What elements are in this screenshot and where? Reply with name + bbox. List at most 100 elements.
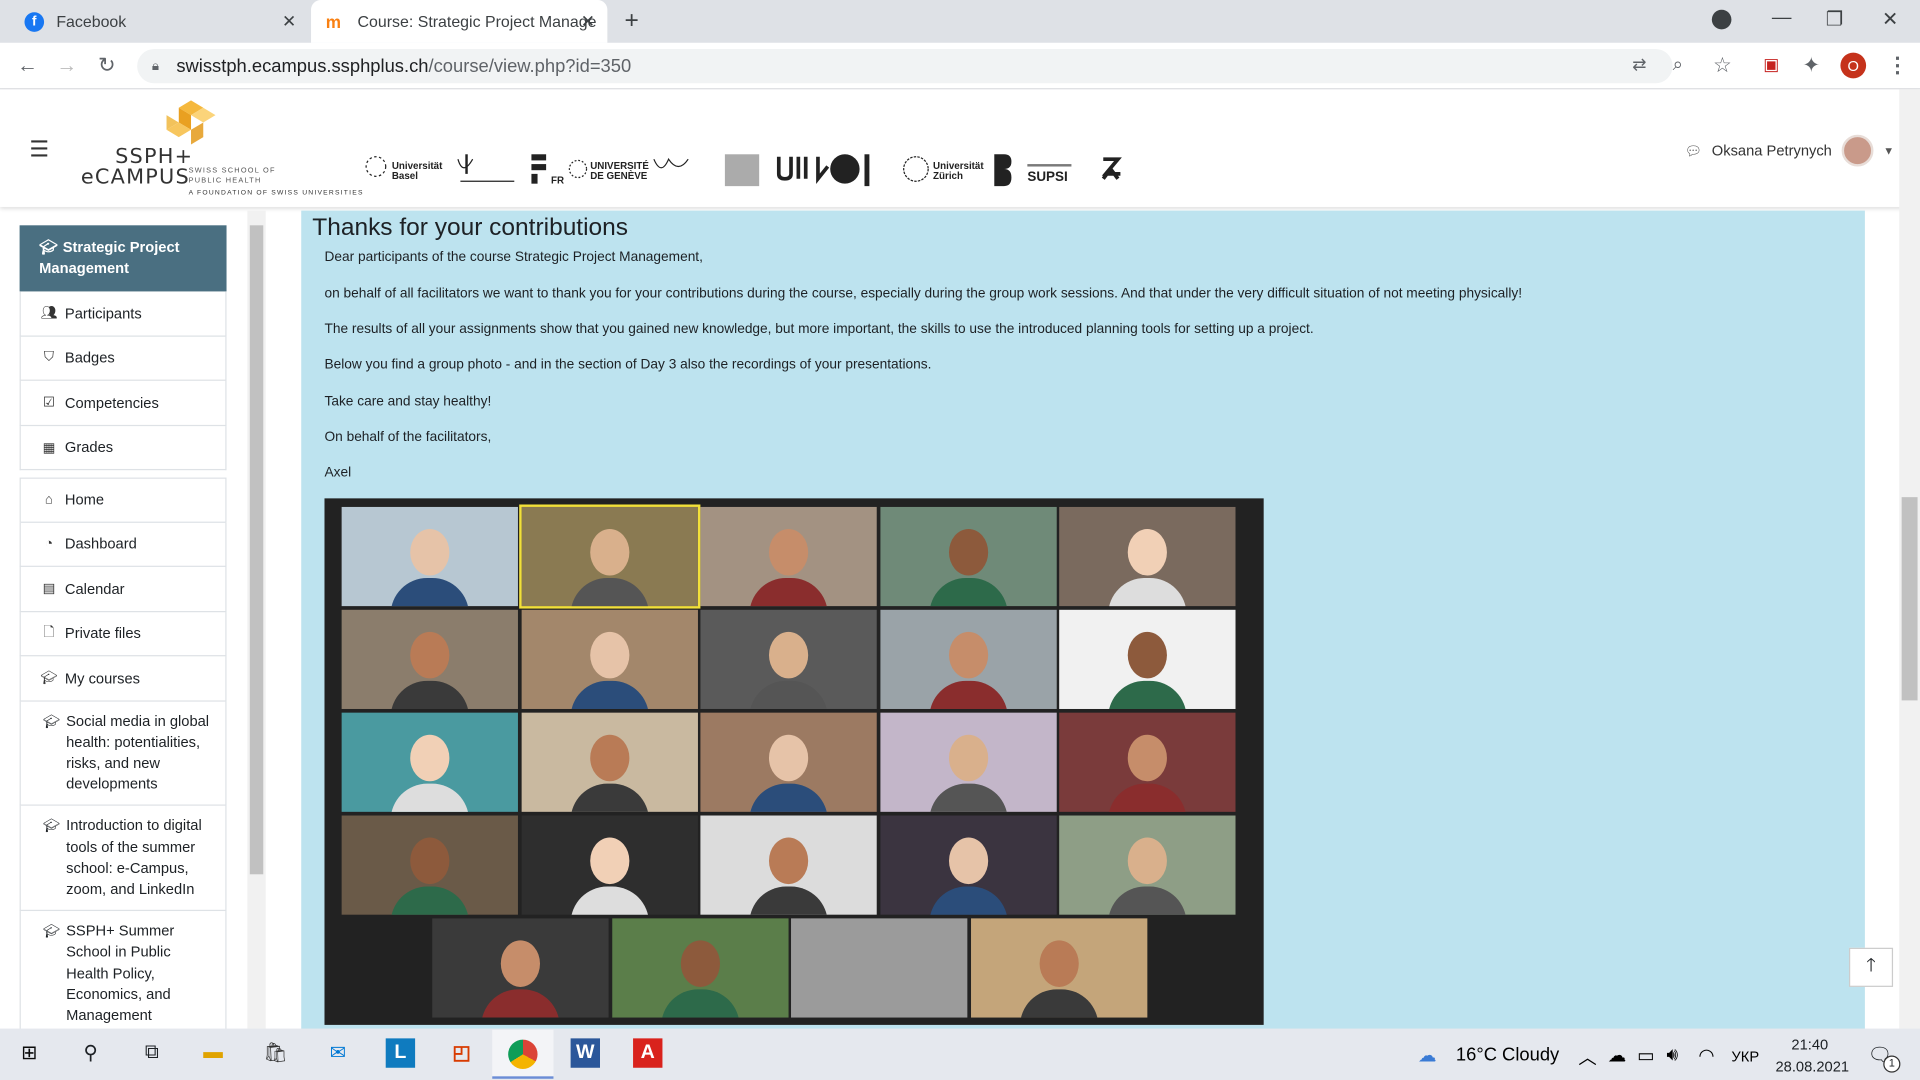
task-view-icon[interactable]: ⧉ [137,1038,166,1067]
onedrive-icon[interactable]: ☁ [1608,1044,1626,1067]
input-language[interactable]: УКР [1731,1048,1759,1065]
participant-body [570,886,649,915]
pocket-icon[interactable]: ▣ [1763,54,1779,75]
participant-body [390,680,469,709]
sidebar-item-home[interactable]: ⌂ Home [19,477,227,523]
sidebar-course-link[interactable]: 🎓︎ Introduction to digital tools of the s… [19,806,227,912]
mail-icon[interactable]: ✉ [323,1038,352,1067]
window-close-icon[interactable]: ✕ [1882,7,1898,31]
zoom-icon[interactable]: ⌕ [1673,54,1683,75]
svg-text:DE GENÈVE: DE GENÈVE [590,171,648,182]
store-icon[interactable]: 🛍︎ [261,1038,290,1067]
volume-icon[interactable]: 🔊︎ [1667,1044,1679,1065]
course-link-label: SSPH+ Summer School in Public Health Pol… [66,922,175,1024]
sidebar-item-label: Private files [64,624,141,642]
paragraph: Axel [324,465,352,481]
participant-face [948,734,988,782]
participant-body [749,783,828,812]
word-icon[interactable]: W [570,1038,601,1068]
participant-face [410,734,450,782]
participant-face [948,837,988,885]
url-host: swisstph.ecampus.ssphplus.ch [176,55,429,77]
wifi-icon[interactable]: ◠ [1698,1044,1714,1067]
file-explorer-icon[interactable]: ▬ [198,1038,227,1067]
minimize-icon[interactable]: — [1772,7,1792,29]
participant-face [410,631,450,679]
participant-face [768,734,809,782]
sidebar-item-dashboard[interactable]: ◔ Dashboard [19,522,227,567]
sidebar-course-link[interactable]: 🎓︎ SSPH+ Summer School in Public Health P… [19,911,227,1038]
course-link-label: Introduction to digital tools of the sum… [66,817,202,898]
participant-body [1019,989,1098,1018]
participant-body [749,886,828,915]
forward-icon[interactable]: → [56,54,77,78]
participant-face [410,528,450,576]
partner-university-logos: Universität Basel FR UNIVERSITÉ DE GENÈVE … [362,147,1131,191]
menu-dots-icon[interactable]: ⋮ [1887,54,1908,78]
sidebar-item-grades[interactable]: ▦ Grades [19,425,227,471]
page-scrollbar[interactable] [1899,89,1920,1029]
extensions-icon[interactable]: ✦ [1802,54,1819,78]
logo-sub2: PUBLIC HEALTH [188,177,262,185]
scroll-thumb[interactable] [249,225,264,875]
video-tile [879,506,1057,607]
sidebar-course-link[interactable]: 🎓︎ Social media in global health: potenti… [19,701,227,807]
sidebar-item-badges[interactable]: ⛉ Badges [19,336,227,381]
facebook-icon: f [24,11,45,32]
lingvo-icon[interactable]: L [385,1038,416,1068]
participant-face [948,528,988,576]
url-field[interactable]: 🔒︎ swisstph.ecampus.ssphplus.ch/course/v… [137,48,1673,84]
show-hidden-icons[interactable]: ︿ [1578,1044,1596,1070]
close-tab-icon[interactable]: ✕ [581,11,595,32]
clock-date[interactable]: 28.08.2021 [1776,1058,1850,1075]
graduation-cap-icon: 🎓︎ [40,671,58,687]
sidebar-course-title[interactable]: 🎓︎ Strategic Project Management [19,225,227,292]
svg-text:FR: FR [551,176,564,187]
tab-facebook[interactable]: f Facebook ✕ [15,0,309,43]
restore-icon[interactable]: ❐ [1826,7,1844,31]
svg-text:Zürich: Zürich [933,171,963,182]
sidebar-item-calendar[interactable]: ▤ Calendar [19,566,227,612]
scroll-thumb[interactable] [1901,497,1918,701]
url-path: /course/view.php?id=350 [428,55,632,77]
windows-start-icon[interactable]: ⊞ [15,1038,44,1067]
back-icon[interactable]: ← [17,54,38,78]
course-sidebar: 🎓︎ Strategic Project Management 👥︎ Partici… [19,225,227,1048]
ssph-logo[interactable]: SSPH+ eCAMPUS SWISS SCHOOL OF PUBLIC HEA… [78,98,362,201]
user-menu[interactable]: 💬︎ Oksana Petrynych ▼ [1685,134,1894,167]
sidebar-scrollbar[interactable] [247,210,266,1029]
profile-avatar[interactable]: O [1840,52,1867,79]
bookmark-star-icon[interactable]: ☆ [1713,54,1732,78]
hamburger-menu-icon[interactable]: ☰ [29,137,49,163]
translate-icon[interactable]: ⇄ [1632,54,1646,75]
weather-text[interactable]: 16°C Cloudy [1456,1044,1559,1065]
graduation-cap-icon: 🎓︎ [42,714,60,730]
acrobat-icon[interactable]: A [633,1038,663,1068]
graduation-cap-icon: 🎓︎ [42,819,60,835]
participant-face [1127,528,1167,576]
office-icon[interactable]: ◰ [447,1038,476,1067]
shield-icon: ⛉ [43,349,55,365]
search-icon[interactable]: ⚲ [76,1038,105,1067]
tab-search-icon[interactable] [1711,9,1732,30]
weather-icon[interactable]: ☁ [1418,1044,1436,1067]
message-icon[interactable]: 💬︎ [1685,143,1702,159]
close-tab-icon[interactable]: ✕ [282,11,296,32]
chrome-taskbar-item[interactable] [492,1029,554,1079]
back-to-top-button[interactable]: 🡑 [1848,947,1894,987]
notification-count: 1 [1883,1055,1901,1073]
battery-icon[interactable]: ▭ [1637,1044,1654,1067]
sidebar-item-private-files[interactable]: 🗋︎ Private files [19,611,227,657]
sidebar-item-competencies[interactable]: ☑ Competencies [19,380,227,426]
participant-face [680,940,720,987]
new-tab-icon[interactable]: + [624,7,638,35]
sidebar-item-participants[interactable]: 👥︎ Participants [19,291,227,337]
tab-course[interactable]: m Course: Strategic Project Manage ✕ [311,0,608,43]
video-tile [1059,815,1236,915]
clock-time[interactable]: 21:40 [1791,1036,1828,1053]
reload-icon[interactable]: ↻ [98,54,115,78]
logo-tagline: A FOUNDATION OF SWISS UNIVERSITIES [188,189,364,198]
file-icon: 🗋︎ [43,625,55,641]
video-tile [521,815,698,915]
sidebar-item-my-courses[interactable]: 🎓︎ My courses [19,656,227,702]
